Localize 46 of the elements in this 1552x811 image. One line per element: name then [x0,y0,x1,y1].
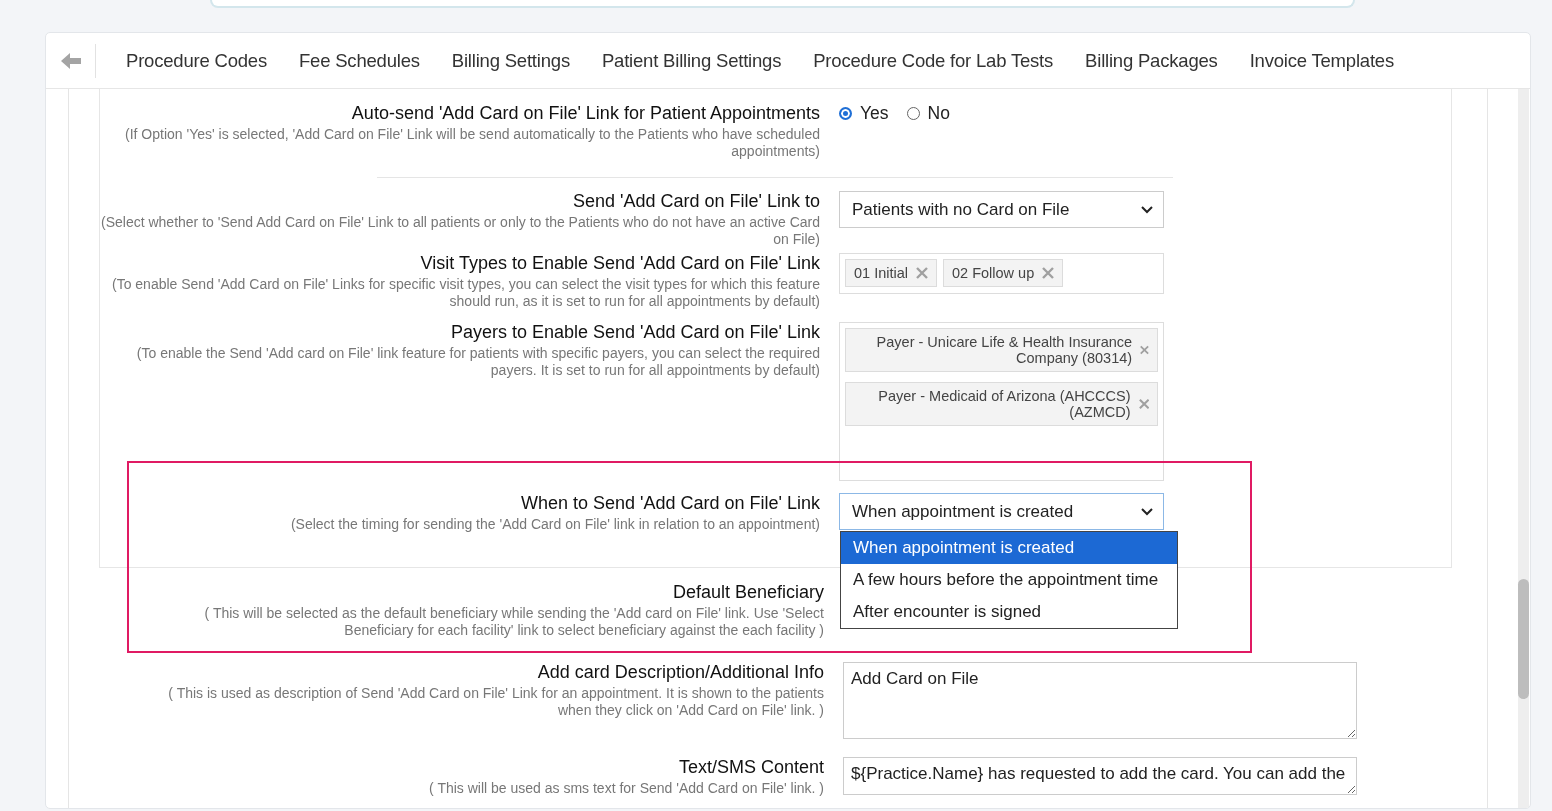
remove-icon[interactable] [916,267,928,279]
setting-description: (Select whether to 'Send Add Card on File' Link to all patients or only to the Patients who do not have an active Card on File) [100,214,820,248]
tab[interactable]: Invoice Templates [1233,49,1410,72]
tab[interactable]: Fee Schedules [283,49,436,72]
remove-icon[interactable] [1140,344,1149,356]
dropdown-field[interactable]: When appointment is created [839,493,1164,530]
text-area[interactable]: Add Card on File [843,662,1357,739]
dropdown-option[interactable]: After encounter is signed [841,596,1177,628]
dropdown-option[interactable]: A few hours before the appointment time [841,564,1177,596]
tab[interactable]: Procedure Code for Lab Tests [797,49,1070,72]
setting-label: Auto-send 'Add Card on File' Link for Patient Appointments [351,103,820,124]
setting-description: (Select the timing for sending the 'Add Card on File' link in relation to an appointment) [290,516,820,533]
remove-icon[interactable] [1042,267,1055,279]
back-arrow-icon [60,52,81,69]
setting-label: Default Beneficiary [672,582,824,603]
multi-select-field[interactable]: 01 Initial 02 Follow up [839,253,1164,294]
dropdown-option[interactable]: When appointment is created [841,532,1177,564]
tag-label: Payer - Medicaid of Arizona (AHCCCS) (AZMCD) [877,388,1131,420]
setting-label: When to Send 'Add Card on File' Link [520,493,820,514]
multi-select-field[interactable]: Payer - Unicare Life & Health Insurance Company (80314) Payer - Medicaid of Arizona (AHCCCS) (AZMCD) [839,322,1164,481]
setting-description: (To enable Send 'Add Card on File' Links for specific visit types, you can select the visit types for which this feature should run, as it is set to run for all appointments by default) [110,276,820,310]
tag-label: Payer - Unicare Life & Health Insurance Company (80314) [875,334,1133,366]
setting-description: (To enable the Send 'Add card on File' link feature for patients with specific payers, you can select the required payers. It is set to run for all appointments by default) [135,345,820,379]
setting-description: (If Option 'Yes' is selected, 'Add Card on File' Link will be send automatically to the Patients who have scheduled appointments) [124,126,820,160]
tab[interactable]: Procedure Codes [110,49,283,72]
chevron-down-icon [1141,507,1153,516]
setting-label: Send 'Add Card on File' Link to [572,191,820,212]
setting-description: ( This will be selected as the default beneficiary while sending the 'Add card on File' link. Use 'Select Beneficiary for each facility' link to select beneficiary against the each facility ) [203,605,824,639]
remove-icon[interactable] [1138,398,1149,410]
tag-label: 02 Follow up [952,265,1035,281]
tag-label: 01 Initial [854,265,908,281]
text-area[interactable]: ${Practice.Name} has requested to add the card. You can add the [843,757,1357,795]
setting-label: Add card Description/Additional Info [537,662,824,683]
setting-label: Payers to Enable Send 'Add Card on File' Link [450,322,820,343]
radio-option[interactable]: Yes [839,103,889,124]
radio-option[interactable]: No [906,103,950,124]
setting-label: Visit Types to Enable Send 'Add Card on File' Link [420,253,820,274]
setting-description: ( This is used as description of Send 'Add Card on File' Link for an appointment. It is shown to the patients when they click on 'Add Card on File' link. ) [167,685,824,719]
setting-description: ( This will be used as sms text for Send 'Add Card on File' link. ) [429,780,824,797]
scrollbar-thumb[interactable] [1518,579,1529,699]
chevron-down-icon [1141,205,1153,214]
tab[interactable]: Patient Billing Settings [585,49,798,72]
setting-label: Text/SMS Content [678,757,824,778]
tab[interactable]: Billing Settings [435,49,586,72]
tab[interactable]: Billing Packages [1069,49,1234,72]
dropdown-field[interactable]: Patients with no Card on File [839,191,1164,228]
